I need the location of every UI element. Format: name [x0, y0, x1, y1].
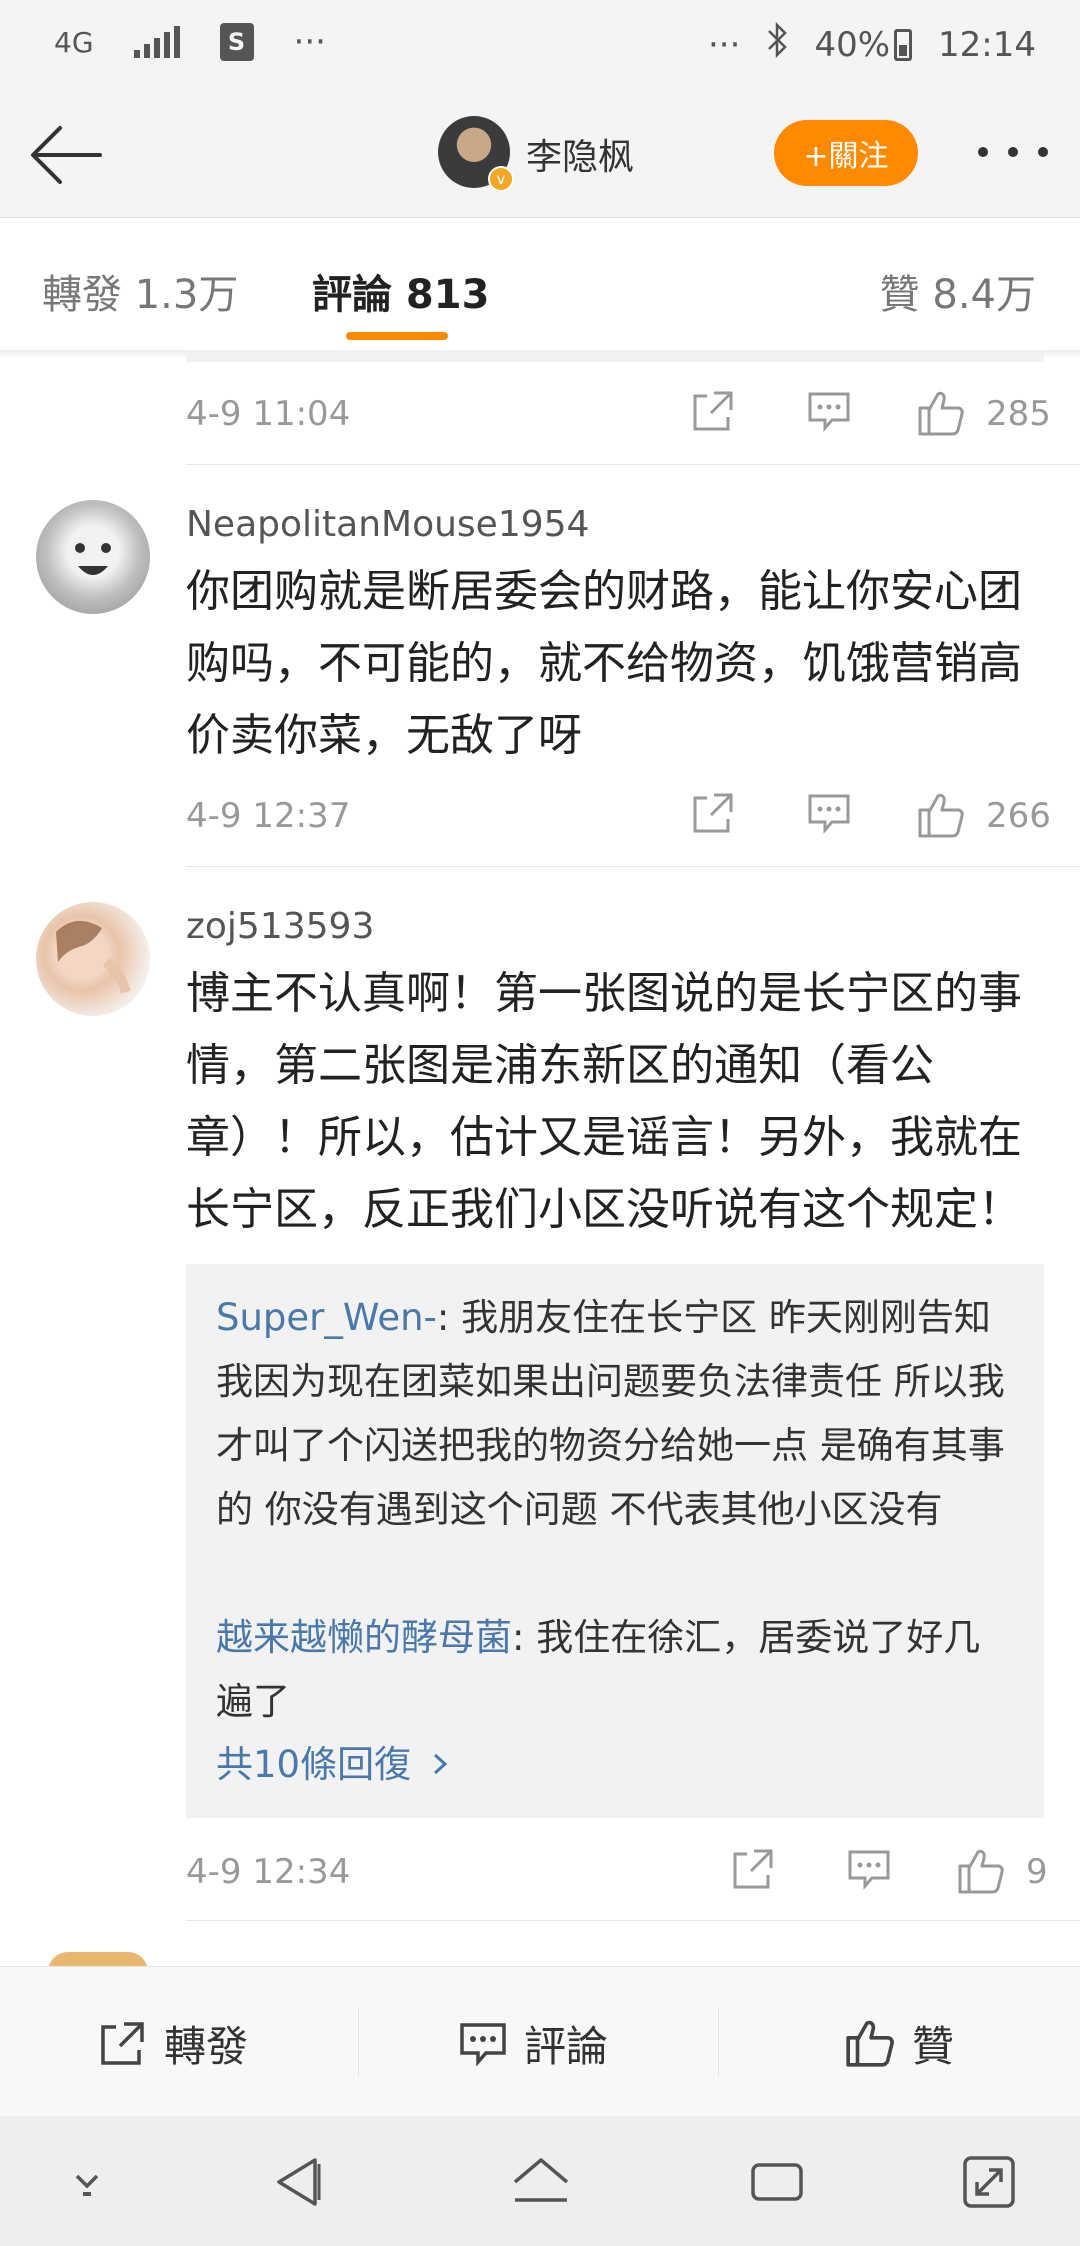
comment-icon[interactable]: [806, 388, 852, 438]
verified-badge-icon: v: [488, 166, 514, 192]
clock: 12:14: [938, 24, 1036, 65]
more-replies-link[interactable]: 共10條回復: [216, 1734, 449, 1788]
reply-user[interactable]: Super_Wen-: [216, 1296, 437, 1339]
like-icon[interactable]: [956, 1846, 1006, 1900]
comment-time: 4-9 12:34: [186, 1852, 351, 1892]
like-icon: [846, 2020, 894, 2067]
like-count: 285: [986, 394, 1051, 434]
bluetooth-icon: [766, 21, 788, 67]
comment-text: 博主不认真啊！第一张图说的是长宁区的事情，第二张图是浦东新区的通知（看公章）！所…: [186, 968, 1022, 1235]
quoted-content-remnant: [186, 350, 1044, 362]
author-avatar[interactable]: v: [438, 116, 514, 192]
tab-comments[interactable]: 評論 813: [312, 262, 489, 320]
signal-icon: [133, 26, 180, 58]
system-nav-bar: [0, 2116, 1080, 2246]
expand-icon[interactable]: [954, 2150, 1024, 2214]
more-replies-label: 共10條回復: [216, 1743, 412, 1786]
like-icon[interactable]: [916, 388, 966, 442]
author-name[interactable]: 李隐枫: [526, 128, 634, 180]
comment-text: 你团购就是断居委会的财路，能让你安心团购吗，不可能的，就不给物资，饥饿营销高价卖…: [186, 566, 1022, 761]
divider: [186, 464, 1080, 465]
follow-button[interactable]: +關注: [774, 120, 918, 186]
separator: [718, 2007, 719, 2077]
comment-meta: 4-9 11:04 285: [186, 384, 1051, 444]
home-icon[interactable]: [506, 2150, 576, 2214]
divider: [186, 1920, 1080, 1921]
back-arrow-icon: [31, 126, 102, 184]
status-bar: 4G S ··· ··· 40% 12:14: [0, 0, 1080, 92]
comment-icon[interactable]: [846, 1846, 892, 1896]
comment-icon[interactable]: [806, 790, 852, 840]
battery-icon: [894, 28, 913, 61]
share-icon[interactable]: [730, 1846, 776, 1896]
chevron-right-icon: [431, 1743, 449, 1786]
share-icon[interactable]: [690, 790, 736, 840]
baby-face-icon: [75, 543, 111, 575]
battery-percent: 40%: [814, 24, 891, 65]
tab-likes[interactable]: 贊 8.4万: [880, 262, 1036, 320]
status-more: ···: [708, 24, 741, 65]
separator: [358, 2007, 359, 2077]
network-indicator: 4G: [54, 25, 94, 59]
comment-time: 4-9 12:37: [186, 796, 351, 836]
shop-icon: S: [219, 23, 254, 61]
reply-item[interactable]: Super_Wen-: 我朋友住在长宁区 昨天刚刚告知我因为现在团菜如果出问题要…: [216, 1286, 1016, 1542]
notification-more: ···: [293, 22, 326, 62]
comment-icon: [460, 2023, 506, 2067]
like-label: 贊: [912, 2021, 955, 2071]
like-count: 9: [1026, 1852, 1048, 1892]
comment-meta: 4-9 12:37 266: [186, 786, 1051, 846]
commenter-avatar[interactable]: [36, 500, 150, 614]
commenter-name[interactable]: zoj513593: [186, 906, 374, 947]
portrait-icon: [56, 920, 131, 994]
comment-button[interactable]: 評論: [458, 2003, 608, 2083]
like-icon[interactable]: [916, 790, 966, 844]
comment-label: 評論: [524, 2021, 609, 2071]
commenter-avatar[interactable]: [36, 902, 150, 1016]
reply-user[interactable]: 越来越懒的酵母菌: [216, 1616, 512, 1659]
divider: [186, 866, 1080, 867]
back-button[interactable]: [28, 120, 104, 190]
comment-meta: 4-9 12:34 9: [186, 1842, 1048, 1902]
repost-button[interactable]: 轉發: [98, 2003, 248, 2083]
reply-item[interactable]: 越来越懒的酵母菌: 我住在徐汇，居委说了好几遍了: [216, 1606, 1016, 1734]
tab-reposts[interactable]: 轉發 1.3万: [42, 262, 238, 320]
active-tab-indicator: [346, 332, 448, 340]
more-dots-icon[interactable]: [978, 132, 1048, 172]
replies-box[interactable]: Super_Wen-: 我朋友住在长宁区 昨天刚刚告知我因为现在团菜如果出问题要…: [186, 1264, 1044, 1818]
repost-label: 轉發: [164, 2021, 249, 2071]
like-button[interactable]: 贊: [844, 2003, 954, 2083]
bottom-action-bar: 轉發 評論 贊: [0, 1966, 1080, 2116]
like-count: 266: [986, 796, 1051, 836]
top-header: v 李隐枫 +關注: [0, 92, 1080, 218]
hide-keyboard-icon[interactable]: [52, 2150, 122, 2214]
comment-time: 4-9 11:04: [186, 394, 351, 434]
recents-icon[interactable]: [742, 2150, 812, 2214]
back-triangle-icon[interactable]: [264, 2150, 334, 2214]
share-icon[interactable]: [690, 388, 736, 438]
commenter-name[interactable]: NeapolitanMouse1954: [186, 504, 589, 545]
tab-bar: 轉發 1.3万 評論 813 贊 8.4万: [0, 218, 1080, 350]
repost-icon: [101, 2022, 144, 2065]
